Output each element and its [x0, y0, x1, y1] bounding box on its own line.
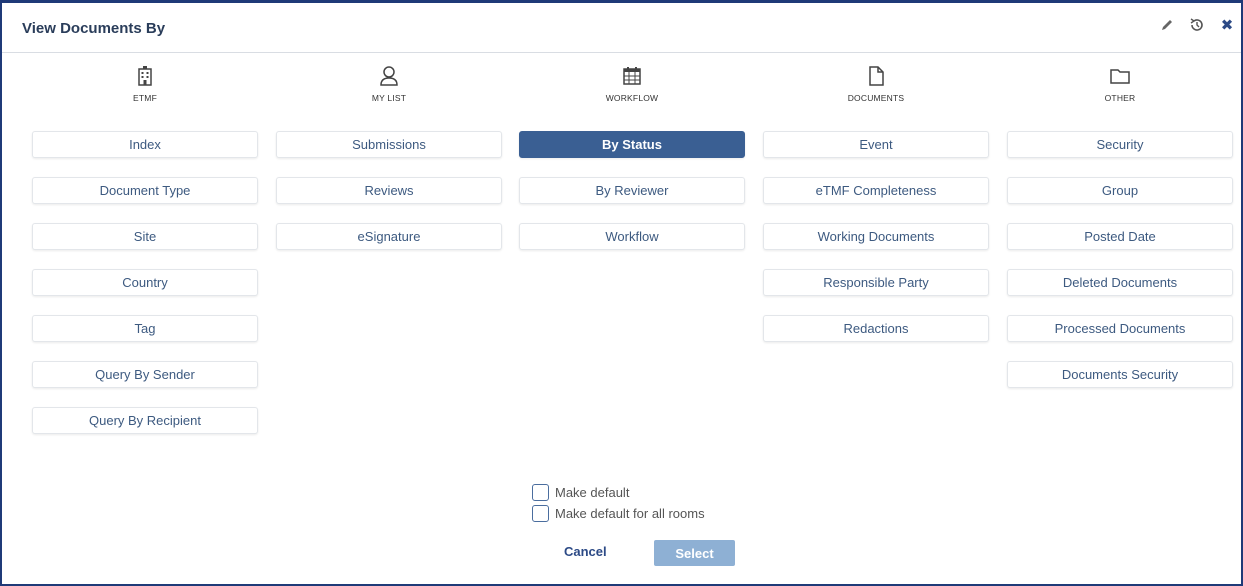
option-submissions[interactable]: Submissions	[276, 131, 502, 158]
column-my-list: MY LIST Submissions Reviews eSignature	[276, 65, 502, 269]
folder-icon	[1109, 65, 1131, 87]
option-document-type[interactable]: Document Type	[32, 177, 258, 204]
make-default-all-label: Make default for all rooms	[555, 505, 705, 521]
option-site[interactable]: Site	[32, 223, 258, 250]
header-icons: ✖	[1159, 17, 1235, 34]
default-options: Make default Make default for all rooms	[532, 482, 705, 524]
option-etmf-completeness[interactable]: eTMF Completeness	[763, 177, 989, 204]
option-responsible-party[interactable]: Responsible Party	[763, 269, 989, 296]
option-by-status[interactable]: By Status	[519, 131, 745, 158]
option-redactions[interactable]: Redactions	[763, 315, 989, 342]
option-index[interactable]: Index	[32, 131, 258, 158]
option-workflow[interactable]: Workflow	[519, 223, 745, 250]
option-security[interactable]: Security	[1007, 131, 1233, 158]
option-group[interactable]: Group	[1007, 177, 1233, 204]
column-label: DOCUMENTS	[847, 93, 905, 103]
make-default-label: Make default	[555, 484, 630, 500]
document-icon	[865, 65, 887, 87]
column-label: ETMF	[133, 93, 157, 103]
close-icon[interactable]: ✖	[1219, 17, 1235, 34]
option-esignature[interactable]: eSignature	[276, 223, 502, 250]
column-label: OTHER	[1104, 93, 1136, 103]
calendar-icon	[621, 65, 643, 87]
user-icon	[378, 65, 400, 87]
make-default-all-checkbox[interactable]	[532, 504, 549, 522]
option-query-by-recipient[interactable]: Query By Recipient	[32, 407, 258, 434]
option-by-reviewer[interactable]: By Reviewer	[519, 177, 745, 204]
option-tag[interactable]: Tag	[32, 315, 258, 342]
column-label: WORKFLOW	[605, 93, 659, 103]
option-working-documents[interactable]: Working Documents	[763, 223, 989, 250]
column-other: OTHER Security Group Posted Date Deleted…	[1007, 65, 1233, 407]
select-button[interactable]: Select	[654, 540, 735, 566]
option-event[interactable]: Event	[763, 131, 989, 158]
column-etmf: ETMF Index Document Type Site Country Ta…	[32, 65, 258, 453]
option-query-by-sender[interactable]: Query By Sender	[32, 361, 258, 388]
column-label: MY LIST	[371, 93, 407, 103]
option-posted-date[interactable]: Posted Date	[1007, 223, 1233, 250]
option-processed-documents[interactable]: Processed Documents	[1007, 315, 1233, 342]
column-documents: DOCUMENTS Event eTMF Completeness Workin…	[763, 65, 989, 361]
dialog-title: View Documents By	[22, 20, 166, 37]
column-workflow: WORKFLOW By Status By Reviewer Workflow	[519, 65, 745, 269]
building-icon	[134, 65, 156, 87]
option-country[interactable]: Country	[32, 269, 258, 296]
make-default-row[interactable]: Make default	[532, 482, 705, 502]
make-default-all-row[interactable]: Make default for all rooms	[532, 503, 705, 523]
cancel-button[interactable]: Cancel	[564, 544, 607, 559]
option-documents-security[interactable]: Documents Security	[1007, 361, 1233, 388]
option-reviews[interactable]: Reviews	[276, 177, 502, 204]
dialog-header: View Documents By ✖	[2, 3, 1241, 53]
view-documents-dialog: View Documents By ✖ ETMF Index Document …	[0, 0, 1243, 586]
option-deleted-documents[interactable]: Deleted Documents	[1007, 269, 1233, 296]
make-default-checkbox[interactable]	[532, 483, 549, 501]
pencil-icon[interactable]	[1159, 17, 1175, 33]
history-icon[interactable]	[1189, 17, 1205, 33]
